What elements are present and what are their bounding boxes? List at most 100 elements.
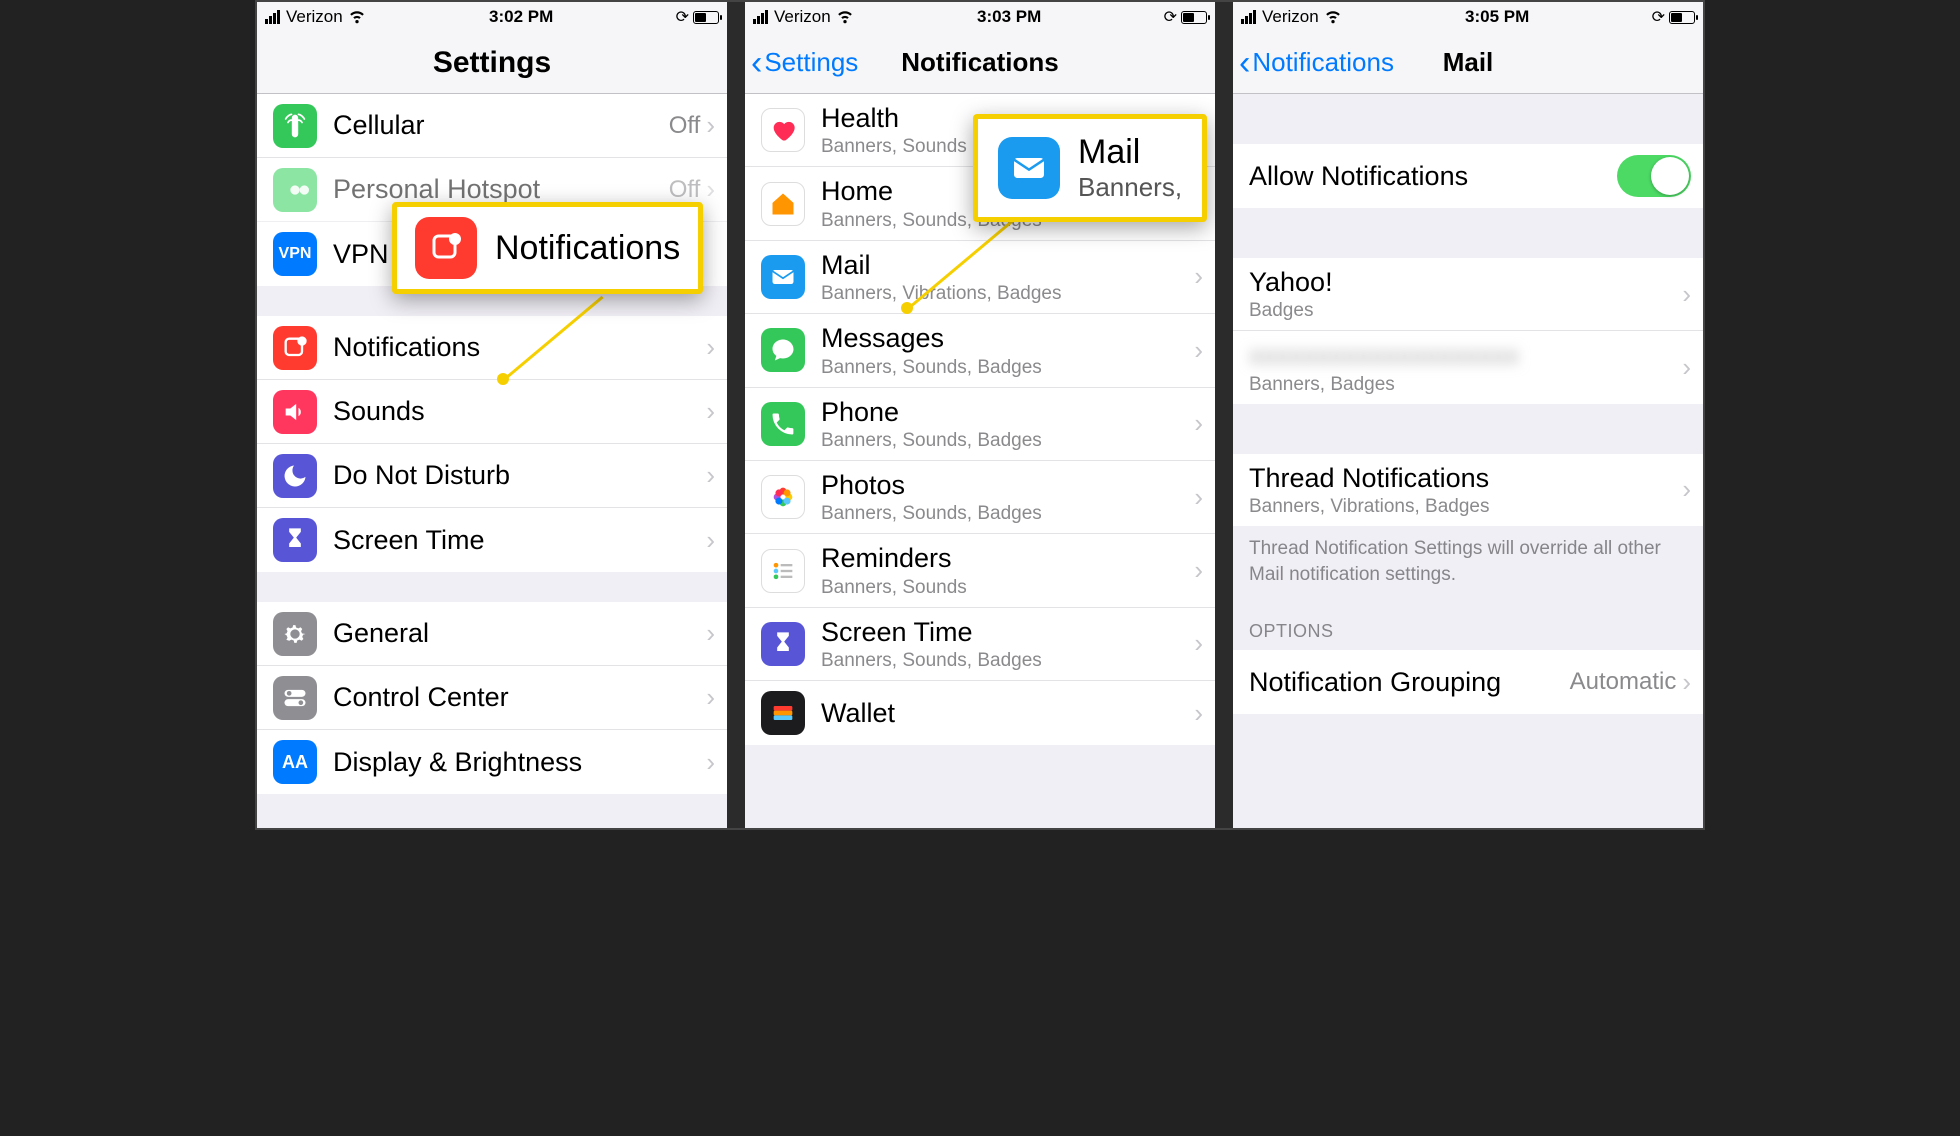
notifications-icon [415,217,477,279]
chevron-right-icon: › [706,747,715,778]
row-account-yahoo[interactable]: Yahoo! Badges › [1233,258,1703,331]
wifi-icon [1323,5,1343,30]
chevron-right-icon: › [706,460,715,491]
list-icon [761,549,805,593]
rotation-lock-icon: ⟳ [676,7,689,27]
row-notification-grouping[interactable]: Notification Grouping Automatic › [1233,650,1703,714]
envelope-icon [761,255,805,299]
reminders-sub: Banners, Sounds [821,577,1194,599]
callout-mail-title: Mail [1078,133,1182,172]
row-general[interactable]: General › [257,602,727,666]
screentime-label: Screen Time [333,524,706,556]
row-reminders[interactable]: Reminders Banners, Sounds › [745,534,1215,607]
chevron-right-icon: › [1194,482,1203,513]
chevron-right-icon: › [706,174,715,205]
row-screentime-app[interactable]: Screen Time Banners, Sounds, Badges › [745,608,1215,681]
row-photos[interactable]: Photos Banners, Sounds, Badges › [745,461,1215,534]
status-time: 3:02 PM [489,7,553,27]
status-bar: Verizon 3:05 PM ⟳ [1233,2,1703,32]
thread-notifications-sub: Banners, Vibrations, Badges [1249,496,1682,518]
vpn-icon: VPN [273,232,317,276]
allow-notifications-toggle[interactable] [1617,155,1691,197]
signal-bars-icon [1241,10,1256,24]
mail-sub: Banners, Vibrations, Badges [821,283,1194,305]
status-bar: Verizon 3:02 PM ⟳ [257,2,727,32]
row-display[interactable]: AA Display & Brightness › [257,730,727,794]
row-wallet[interactable]: Wallet › [745,681,1215,745]
carrier-label: Verizon [286,7,343,27]
row-account-redacted[interactable]: xxxxxxxxxxxxxxxxxxxx Banners, Badges › [1233,331,1703,403]
page-title: Mail [1443,47,1494,78]
sounds-icon [273,390,317,434]
chevron-right-icon: › [1682,279,1691,310]
wallet-label: Wallet [821,697,1194,729]
wifi-icon [835,5,855,30]
row-control-center[interactable]: Control Center › [257,666,727,730]
thread-footer-note: Thread Notification Settings will overri… [1233,526,1703,591]
moon-icon [273,454,317,498]
row-screentime[interactable]: Screen Time › [257,508,727,572]
phone-handset-icon [761,402,805,446]
divider [727,2,745,828]
gear-icon [273,612,317,656]
chevron-right-icon: › [706,110,715,141]
row-phone[interactable]: Phone Banners, Sounds, Badges › [745,388,1215,461]
cellular-value: Off [669,112,701,140]
back-label: Settings [764,47,858,78]
back-label: Notifications [1252,47,1394,78]
chevron-right-icon: › [1682,667,1691,698]
row-sounds[interactable]: Sounds › [257,380,727,444]
navbar: ‹ Notifications Mail [1233,32,1703,94]
reminders-label: Reminders [821,542,1194,574]
callout-mail: Mail Banners, [973,114,1207,222]
yahoo-label: Yahoo! [1249,266,1682,298]
back-button[interactable]: ‹ Notifications [1239,32,1394,93]
row-messages[interactable]: Messages Banners, Sounds, Badges › [745,314,1215,387]
row-thread-notifications[interactable]: Thread Notifications Banners, Vibrations… [1233,454,1703,526]
rotation-lock-icon: ⟳ [1164,7,1177,27]
status-time: 3:03 PM [977,7,1041,27]
status-time: 3:05 PM [1465,7,1529,27]
arrow-target-dot [497,373,509,385]
heart-icon [761,108,805,152]
callout-mail-sub: Banners, [1078,172,1182,203]
row-allow-notifications[interactable]: Allow Notifications [1233,144,1703,208]
redacted-label: xxxxxxxxxxxxxxxxxxxx [1249,339,1682,371]
chevron-right-icon: › [706,396,715,427]
battery-icon [1181,11,1207,24]
chat-bubble-icon [761,328,805,372]
control-center-label: Control Center [333,681,706,713]
hotspot-label: Personal Hotspot [333,173,669,205]
chevron-right-icon: › [1682,474,1691,505]
chevron-right-icon: › [706,682,715,713]
page-title: Notifications [901,47,1058,78]
yahoo-sub: Badges [1249,300,1682,322]
screentime-app-label: Screen Time [821,616,1194,648]
page-title: Settings [433,46,551,80]
hotspot-value: Off [669,176,701,204]
notifications-icon [273,326,317,370]
phone-sub: Banners, Sounds, Badges [821,430,1194,452]
screenshot-stage: Verizon 3:02 PM ⟳ Settings Cellular Off … [255,0,1705,830]
row-cellular[interactable]: Cellular Off › [257,94,727,158]
chevron-right-icon: › [1194,335,1203,366]
callout-notifications: Notifications [392,202,703,294]
wifi-icon [347,5,367,30]
signal-bars-icon [753,10,768,24]
notification-grouping-label: Notification Grouping [1249,666,1570,698]
messages-label: Messages [821,322,1194,354]
carrier-label: Verizon [774,7,831,27]
row-notifications[interactable]: Notifications › [257,316,727,380]
rotation-lock-icon: ⟳ [1652,7,1665,27]
thread-notifications-label: Thread Notifications [1249,462,1682,494]
row-mail[interactable]: Mail Banners, Vibrations, Badges › [745,241,1215,314]
display-label: Display & Brightness [333,746,706,778]
mail-label: Mail [821,249,1194,281]
chevron-right-icon: › [1194,261,1203,292]
chevron-right-icon: › [706,332,715,363]
hourglass-icon [761,622,805,666]
row-dnd[interactable]: Do Not Disturb › [257,444,727,508]
back-button[interactable]: ‹ Settings [751,32,858,93]
phone-label: Phone [821,396,1194,428]
chevron-left-icon: ‹ [751,46,762,80]
